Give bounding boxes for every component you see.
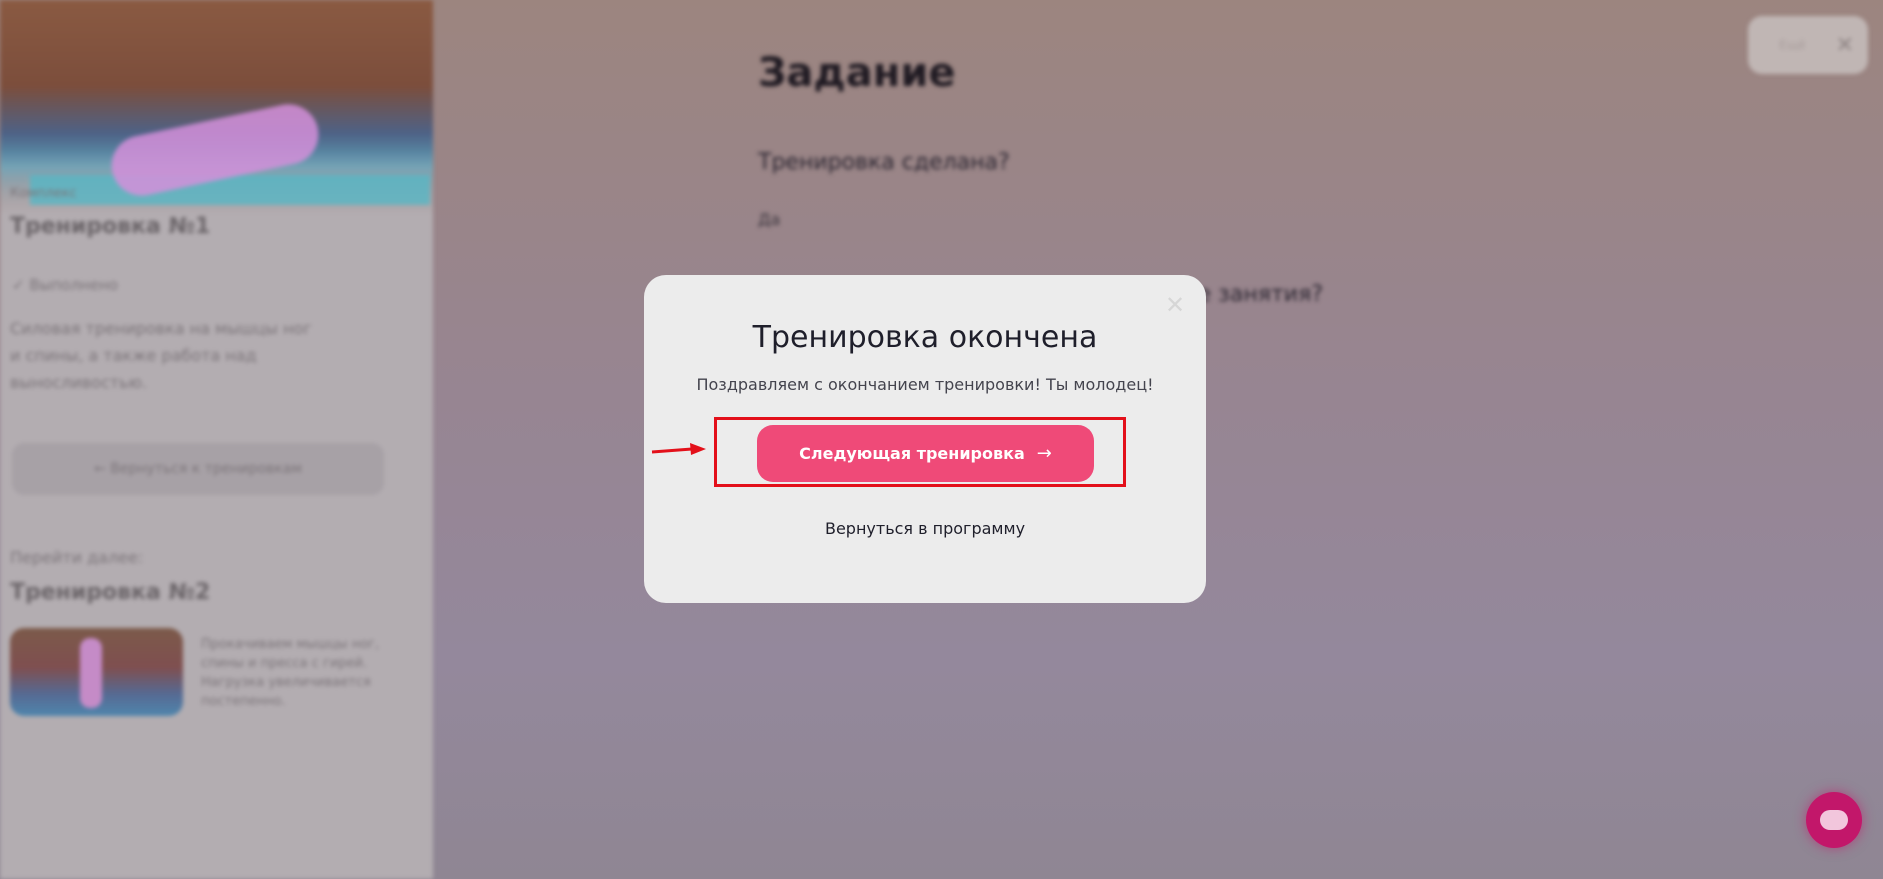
close-icon[interactable]: ✕ <box>1836 33 1854 58</box>
next-workout-button[interactable]: Следующая тренировка → <box>757 425 1094 482</box>
chat-icon <box>1820 810 1848 830</box>
hero-mat <box>30 175 430 205</box>
workout-hero-image <box>0 0 433 215</box>
annotation-arrow-icon <box>651 443 706 455</box>
next-workout-button-label: Следующая тренировка <box>799 444 1025 463</box>
top-pill-text: Ещё <box>1779 38 1806 52</box>
next-workout-thumbnail[interactable] <box>10 628 183 716</box>
next-workout-description: Прокачиваем мышцы ног, спины и пресса с … <box>201 637 380 709</box>
modal-message: Поздравляем с окончанием тренировки! Ты … <box>696 375 1154 394</box>
arrow-right-icon: → <box>1036 443 1052 464</box>
page-title: Задание <box>758 50 956 96</box>
back-to-workouts-button[interactable]: ← Вернуться к тренировкам <box>12 443 384 495</box>
workout-caption: Комплекс <box>10 186 77 201</box>
question-1: Тренировка сделана? <box>758 150 1010 175</box>
back-to-program-link[interactable]: Вернуться в программу <box>644 519 1206 538</box>
workout-title: Тренировка №1 <box>10 214 211 239</box>
next-caption: Перейти далее: <box>10 548 144 567</box>
top-right-pill[interactable]: Ещё ✕ <box>1748 16 1868 74</box>
answer-1: Да <box>758 210 781 229</box>
modal-close-icon[interactable]: ✕ <box>1164 293 1186 317</box>
chat-button[interactable] <box>1806 792 1862 848</box>
thumbnail-figure <box>80 638 102 708</box>
modal-title: Тренировка окончена <box>752 320 1098 355</box>
page: Комплекс Тренировка №1 ✓ Выполнено Силов… <box>0 0 1883 879</box>
sidebar: Комплекс Тренировка №1 ✓ Выполнено Силов… <box>0 0 433 879</box>
next-workout-title[interactable]: Тренировка №2 <box>10 580 210 605</box>
workout-description: Силовая тренировка на мышцы ног и спины,… <box>10 319 312 392</box>
workout-status: ✓ Выполнено <box>12 276 119 294</box>
